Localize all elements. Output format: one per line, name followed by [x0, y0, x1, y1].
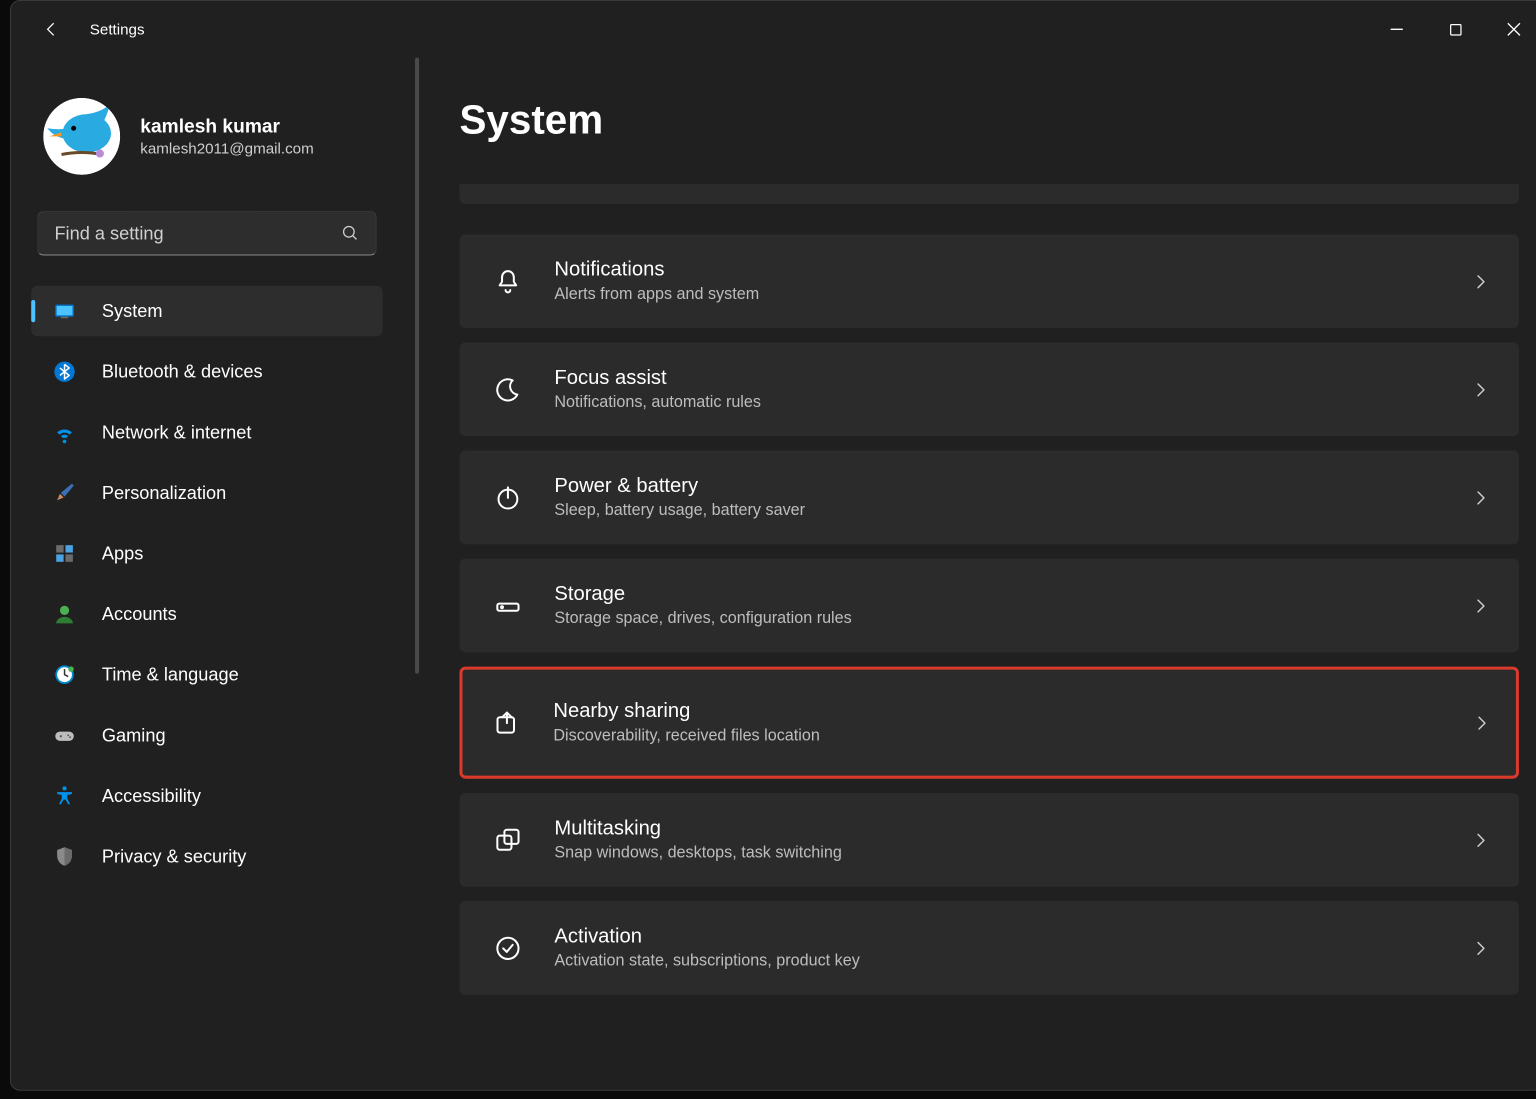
- card-subtitle: Snap windows, desktops, task switching: [554, 844, 1470, 862]
- search-box[interactable]: [37, 211, 376, 255]
- card-text: Multitasking Snap windows, desktops, tas…: [554, 817, 1470, 862]
- search-input[interactable]: [54, 223, 341, 244]
- user-name: kamlesh kumar: [140, 116, 313, 138]
- card-title: Storage: [554, 583, 1470, 606]
- card-title: Nearby sharing: [553, 700, 1471, 723]
- monitor-icon: [49, 300, 79, 322]
- main-panel: System Notifications Alerts from apps an…: [395, 58, 1536, 1090]
- sidebar-scrollbar[interactable]: [415, 58, 419, 674]
- window-buttons: [1367, 1, 1536, 58]
- card-nearby-sharing[interactable]: Nearby sharing Discoverability, received…: [459, 667, 1518, 779]
- sidebar-item-accounts[interactable]: Accounts: [31, 589, 382, 640]
- card-subtitle: Storage space, drives, configuration rul…: [554, 610, 1470, 628]
- card-text: Power & battery Sleep, battery usage, ba…: [554, 475, 1470, 520]
- sidebar-item-time-language[interactable]: Time & language: [31, 649, 382, 700]
- clock-icon: [49, 664, 79, 686]
- chevron-right-icon: [1470, 379, 1490, 399]
- bell-icon: [488, 267, 528, 295]
- chevron-right-icon: [1470, 830, 1490, 850]
- avatar: [43, 98, 120, 175]
- power-icon: [488, 483, 528, 511]
- sidebar-item-accessibility[interactable]: Accessibility: [31, 771, 382, 822]
- shield-icon: [49, 845, 79, 867]
- sidebar-item-label: Time & language: [102, 664, 239, 685]
- back-button[interactable]: [39, 17, 63, 41]
- chevron-right-icon: [1470, 487, 1490, 507]
- card-text: Activation Activation state, subscriptio…: [554, 925, 1470, 970]
- access-icon: [49, 785, 79, 807]
- sidebar-item-label: Privacy & security: [102, 846, 246, 867]
- page-title: System: [459, 98, 1518, 143]
- sidebar-item-label: Apps: [102, 543, 143, 564]
- card-title: Focus assist: [554, 367, 1470, 390]
- card-subtitle: Alerts from apps and system: [554, 286, 1470, 304]
- brush-icon: [49, 482, 79, 504]
- content: kamlesh kumar kamlesh2011@gmail.com Syst…: [11, 58, 1536, 1090]
- sidebar-item-label: Accounts: [102, 603, 177, 624]
- check-icon: [488, 934, 528, 962]
- sidebar-item-label: Personalization: [102, 482, 226, 503]
- chevron-right-icon: [1470, 938, 1490, 958]
- chevron-right-icon: [1470, 595, 1490, 615]
- sidebar-item-label: Bluetooth & devices: [102, 361, 263, 382]
- wifi-icon: [49, 421, 79, 443]
- chevron-right-icon: [1470, 271, 1490, 291]
- sidebar-item-label: Gaming: [102, 725, 166, 746]
- sidebar-item-personalization[interactable]: Personalization: [31, 468, 382, 519]
- partial-card-top[interactable]: [459, 184, 1518, 204]
- user-text: kamlesh kumar kamlesh2011@gmail.com: [140, 116, 313, 157]
- storage-icon: [488, 591, 528, 619]
- person-icon: [49, 603, 79, 625]
- titlebar: Settings: [11, 1, 1536, 58]
- card-text: Focus assist Notifications, automatic ru…: [554, 367, 1470, 412]
- multi-icon: [488, 826, 528, 854]
- maximize-button[interactable]: [1426, 1, 1485, 58]
- sidebar-item-gaming[interactable]: Gaming: [31, 710, 382, 761]
- card-activation[interactable]: Activation Activation state, subscriptio…: [459, 901, 1518, 995]
- card-subtitle: Discoverability, received files location: [553, 727, 1471, 745]
- card-text: Notifications Alerts from apps and syste…: [554, 259, 1470, 304]
- card-subtitle: Activation state, subscriptions, product…: [554, 952, 1470, 970]
- sidebar-item-bluetooth-devices[interactable]: Bluetooth & devices: [31, 346, 382, 397]
- user-email: kamlesh2011@gmail.com: [140, 140, 313, 157]
- close-button[interactable]: [1485, 1, 1536, 58]
- sidebar-item-network-internet[interactable]: Network & internet: [31, 407, 382, 458]
- minimize-button[interactable]: [1367, 1, 1426, 58]
- card-text: Nearby sharing Discoverability, received…: [553, 700, 1471, 745]
- card-text: Storage Storage space, drives, configura…: [554, 583, 1470, 628]
- sidebar-item-privacy-security[interactable]: Privacy & security: [31, 831, 382, 882]
- card-multitasking[interactable]: Multitasking Snap windows, desktops, tas…: [459, 793, 1518, 887]
- card-title: Notifications: [554, 259, 1470, 282]
- sidebar-item-apps[interactable]: Apps: [31, 528, 382, 579]
- card-focus-assist[interactable]: Focus assist Notifications, automatic ru…: [459, 342, 1518, 436]
- apps-icon: [49, 542, 79, 564]
- sidebar-item-label: Accessibility: [102, 785, 201, 806]
- sidebar-item-label: System: [102, 300, 163, 321]
- moon-icon: [488, 375, 528, 403]
- card-storage[interactable]: Storage Storage space, drives, configura…: [459, 559, 1518, 653]
- bluetooth-icon: [49, 361, 79, 383]
- card-title: Activation: [554, 925, 1470, 948]
- sidebar-item-label: Network & internet: [102, 422, 252, 443]
- search-icon: [341, 224, 359, 242]
- window-title: Settings: [90, 21, 145, 38]
- card-title: Multitasking: [554, 817, 1470, 840]
- sidebar: kamlesh kumar kamlesh2011@gmail.com Syst…: [11, 58, 395, 1090]
- settings-window: Settings: [10, 0, 1536, 1091]
- chevron-right-icon: [1471, 713, 1491, 733]
- card-subtitle: Sleep, battery usage, battery saver: [554, 502, 1470, 520]
- user-block[interactable]: kamlesh kumar kamlesh2011@gmail.com: [31, 98, 382, 175]
- sidebar-nav: System Bluetooth & devices Network & int…: [31, 286, 382, 882]
- card-subtitle: Notifications, automatic rules: [554, 394, 1470, 412]
- card-title: Power & battery: [554, 475, 1470, 498]
- card-notifications[interactable]: Notifications Alerts from apps and syste…: [459, 234, 1518, 328]
- sidebar-item-system[interactable]: System: [31, 286, 382, 337]
- cards-list: Notifications Alerts from apps and syste…: [459, 234, 1518, 995]
- card-power-battery[interactable]: Power & battery Sleep, battery usage, ba…: [459, 450, 1518, 544]
- gamepad-icon: [49, 724, 79, 746]
- share-icon: [487, 709, 527, 737]
